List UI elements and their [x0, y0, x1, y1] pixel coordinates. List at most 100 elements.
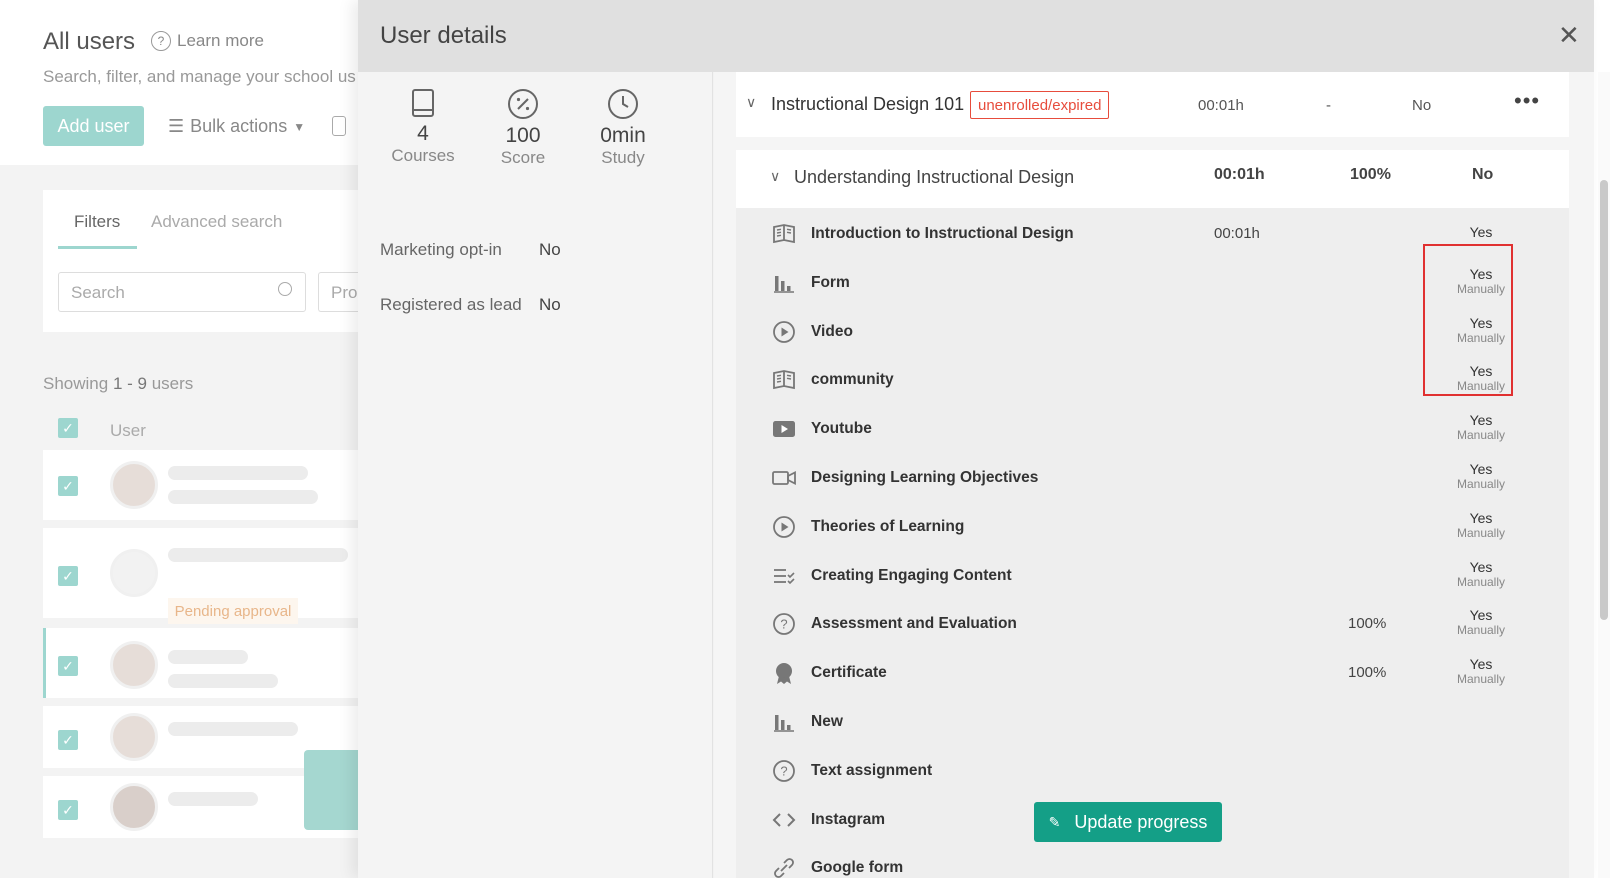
svg-text:?: ? — [780, 763, 787, 778]
add-user-button[interactable]: Add user — [43, 106, 144, 146]
list-item[interactable]: ? Text assignment — [736, 747, 1569, 795]
update-progress-label: Update progress — [1074, 811, 1208, 832]
list-item[interactable]: Theories of Learning Yes Manually — [736, 503, 1569, 551]
help-icon: ? — [151, 31, 171, 51]
completion-value: Yes — [1469, 656, 1493, 673]
completion-value: Yes — [1469, 363, 1493, 380]
filter-input[interactable]: Pro — [318, 272, 360, 312]
clock-icon — [608, 89, 638, 119]
completion-value: Yes — [1469, 224, 1493, 240]
bulk-actions-dropdown[interactable]: ☰ Bulk actions ▼ — [168, 116, 305, 137]
lesson-title: Introduction to Instructional Design — [811, 225, 1074, 242]
completion-status: Yes Manually — [1426, 412, 1536, 442]
completion-value: Yes — [1469, 314, 1493, 331]
lesson-title: Video — [811, 322, 853, 340]
showing-suffix: users — [151, 374, 194, 393]
more-options-icon[interactable]: ••• — [1514, 88, 1540, 114]
bulk-actions-label: Bulk actions — [190, 116, 288, 136]
registered-lead-label: Registered as lead — [380, 295, 522, 314]
completion-method: Manually — [1456, 672, 1506, 687]
stat-study: 0min Study — [578, 88, 668, 168]
section-row[interactable]: ∨ Understanding Instructional Design 00:… — [736, 150, 1569, 208]
stat-courses: 4 Courses — [378, 88, 468, 166]
list-item[interactable]: New — [736, 698, 1569, 746]
list-item[interactable]: community Yes Manually — [736, 356, 1569, 404]
completion-status: Yes Manually — [1426, 559, 1536, 589]
list-item[interactable]: Form Yes Manually — [736, 259, 1569, 307]
search-icon — [278, 282, 292, 296]
book-open-icon — [773, 224, 795, 244]
table-row[interactable] — [43, 450, 360, 520]
showing-range: 1 - 9 — [112, 374, 147, 393]
completion-status: Yes Manually — [1426, 461, 1536, 491]
course-progress-panel: ∨ Instructional Design 101 unenrolled/ex… — [714, 72, 1594, 878]
course-completed: No — [1412, 97, 1432, 114]
scrollbar-thumb[interactable] — [1600, 180, 1608, 620]
completion-value: Yes — [1469, 607, 1493, 624]
section-time: 00:01h — [1214, 166, 1265, 183]
avatar — [110, 549, 158, 597]
list-item[interactable]: ? Assessment and Evaluation 100% Yes Manuall… — [736, 600, 1569, 648]
question-circle-icon: ? — [773, 759, 795, 782]
blurred-email — [168, 674, 278, 688]
list-item[interactable]: Google form — [736, 844, 1569, 878]
youtube-icon — [773, 421, 795, 438]
floating-action-button[interactable] — [304, 750, 360, 830]
tab-active-indicator — [58, 246, 137, 249]
avatar — [110, 783, 158, 831]
showing-prefix: Showing — [43, 374, 109, 393]
tab-advanced-search[interactable]: Advanced search — [151, 212, 282, 232]
row-checkbox[interactable]: ✓ — [58, 566, 78, 586]
completion-method: Manually — [1456, 574, 1506, 589]
completion-method: Manually — [1456, 379, 1506, 394]
blurred-name — [168, 722, 298, 736]
bar-chart-icon — [774, 275, 794, 293]
update-progress-button[interactable]: ✎ Update progress — [1034, 802, 1222, 842]
section-title: Understanding Instructional Design — [794, 167, 1075, 187]
completion-status: Yes Manually — [1426, 363, 1536, 393]
learn-more-link[interactable]: ? Learn more — [151, 31, 264, 51]
select-all-checkbox[interactable]: ✓ — [58, 418, 78, 438]
close-icon[interactable]: ✕ — [1558, 22, 1580, 48]
code-icon — [772, 812, 796, 827]
list-item[interactable]: Certificate 100% Yes Manually — [736, 649, 1569, 697]
lesson-title: Certificate — [811, 664, 887, 682]
blurred-name — [168, 466, 308, 480]
blurred-name — [168, 792, 258, 806]
export-icon[interactable] — [332, 116, 346, 136]
caret-down-icon: ▼ — [293, 119, 306, 134]
row-checkbox[interactable]: ✓ — [58, 730, 78, 750]
pending-approval-badge: Pending approval — [168, 598, 298, 624]
list-item[interactable]: Introduction to Instructional Design 00:0… — [736, 210, 1569, 258]
list-item[interactable]: Designing Learning Objectives Yes Manually — [736, 454, 1569, 502]
book-open-icon — [773, 370, 795, 390]
blurred-email — [168, 490, 318, 504]
completion-method: Manually — [1456, 330, 1506, 345]
chevron-down-icon[interactable]: ∨ — [770, 168, 780, 185]
completion-method: Manually — [1456, 623, 1506, 638]
list-item[interactable]: Video Yes Manually — [736, 308, 1569, 356]
completion-value: Yes — [1469, 558, 1493, 575]
play-circle-icon — [773, 515, 795, 538]
row-checkbox[interactable]: ✓ — [58, 800, 78, 820]
page-subtitle: Search, filter, and manage your school u… — [43, 67, 356, 86]
stat-value: 0min — [600, 124, 646, 147]
search-input[interactable]: Search — [58, 272, 306, 312]
blurred-name — [168, 548, 348, 562]
list-item[interactable]: Youtube Yes Manually — [736, 405, 1569, 453]
completion-method: Manually — [1456, 525, 1506, 540]
lesson-list: Introduction to Instructional Design 00:0… — [736, 208, 1569, 878]
user-column-header: User — [110, 421, 146, 440]
chevron-down-icon[interactable]: ∨ — [746, 94, 756, 111]
row-checkbox[interactable]: ✓ — [58, 476, 78, 496]
checklist-icon — [774, 568, 795, 584]
list-item[interactable]: Creating Engaging Content Yes Manually — [736, 552, 1569, 600]
completion-status: Yes Manually — [1426, 266, 1536, 296]
stat-value: 100 — [505, 124, 541, 147]
row-checkbox[interactable]: ✓ — [58, 656, 78, 676]
lesson-title: Youtube — [811, 420, 872, 438]
play-circle-icon — [773, 320, 795, 343]
course-row[interactable]: ∨ Instructional Design 101 unenrolled/ex… — [736, 72, 1569, 137]
tab-filters[interactable]: Filters — [74, 212, 120, 232]
lesson-title: community — [811, 371, 894, 389]
